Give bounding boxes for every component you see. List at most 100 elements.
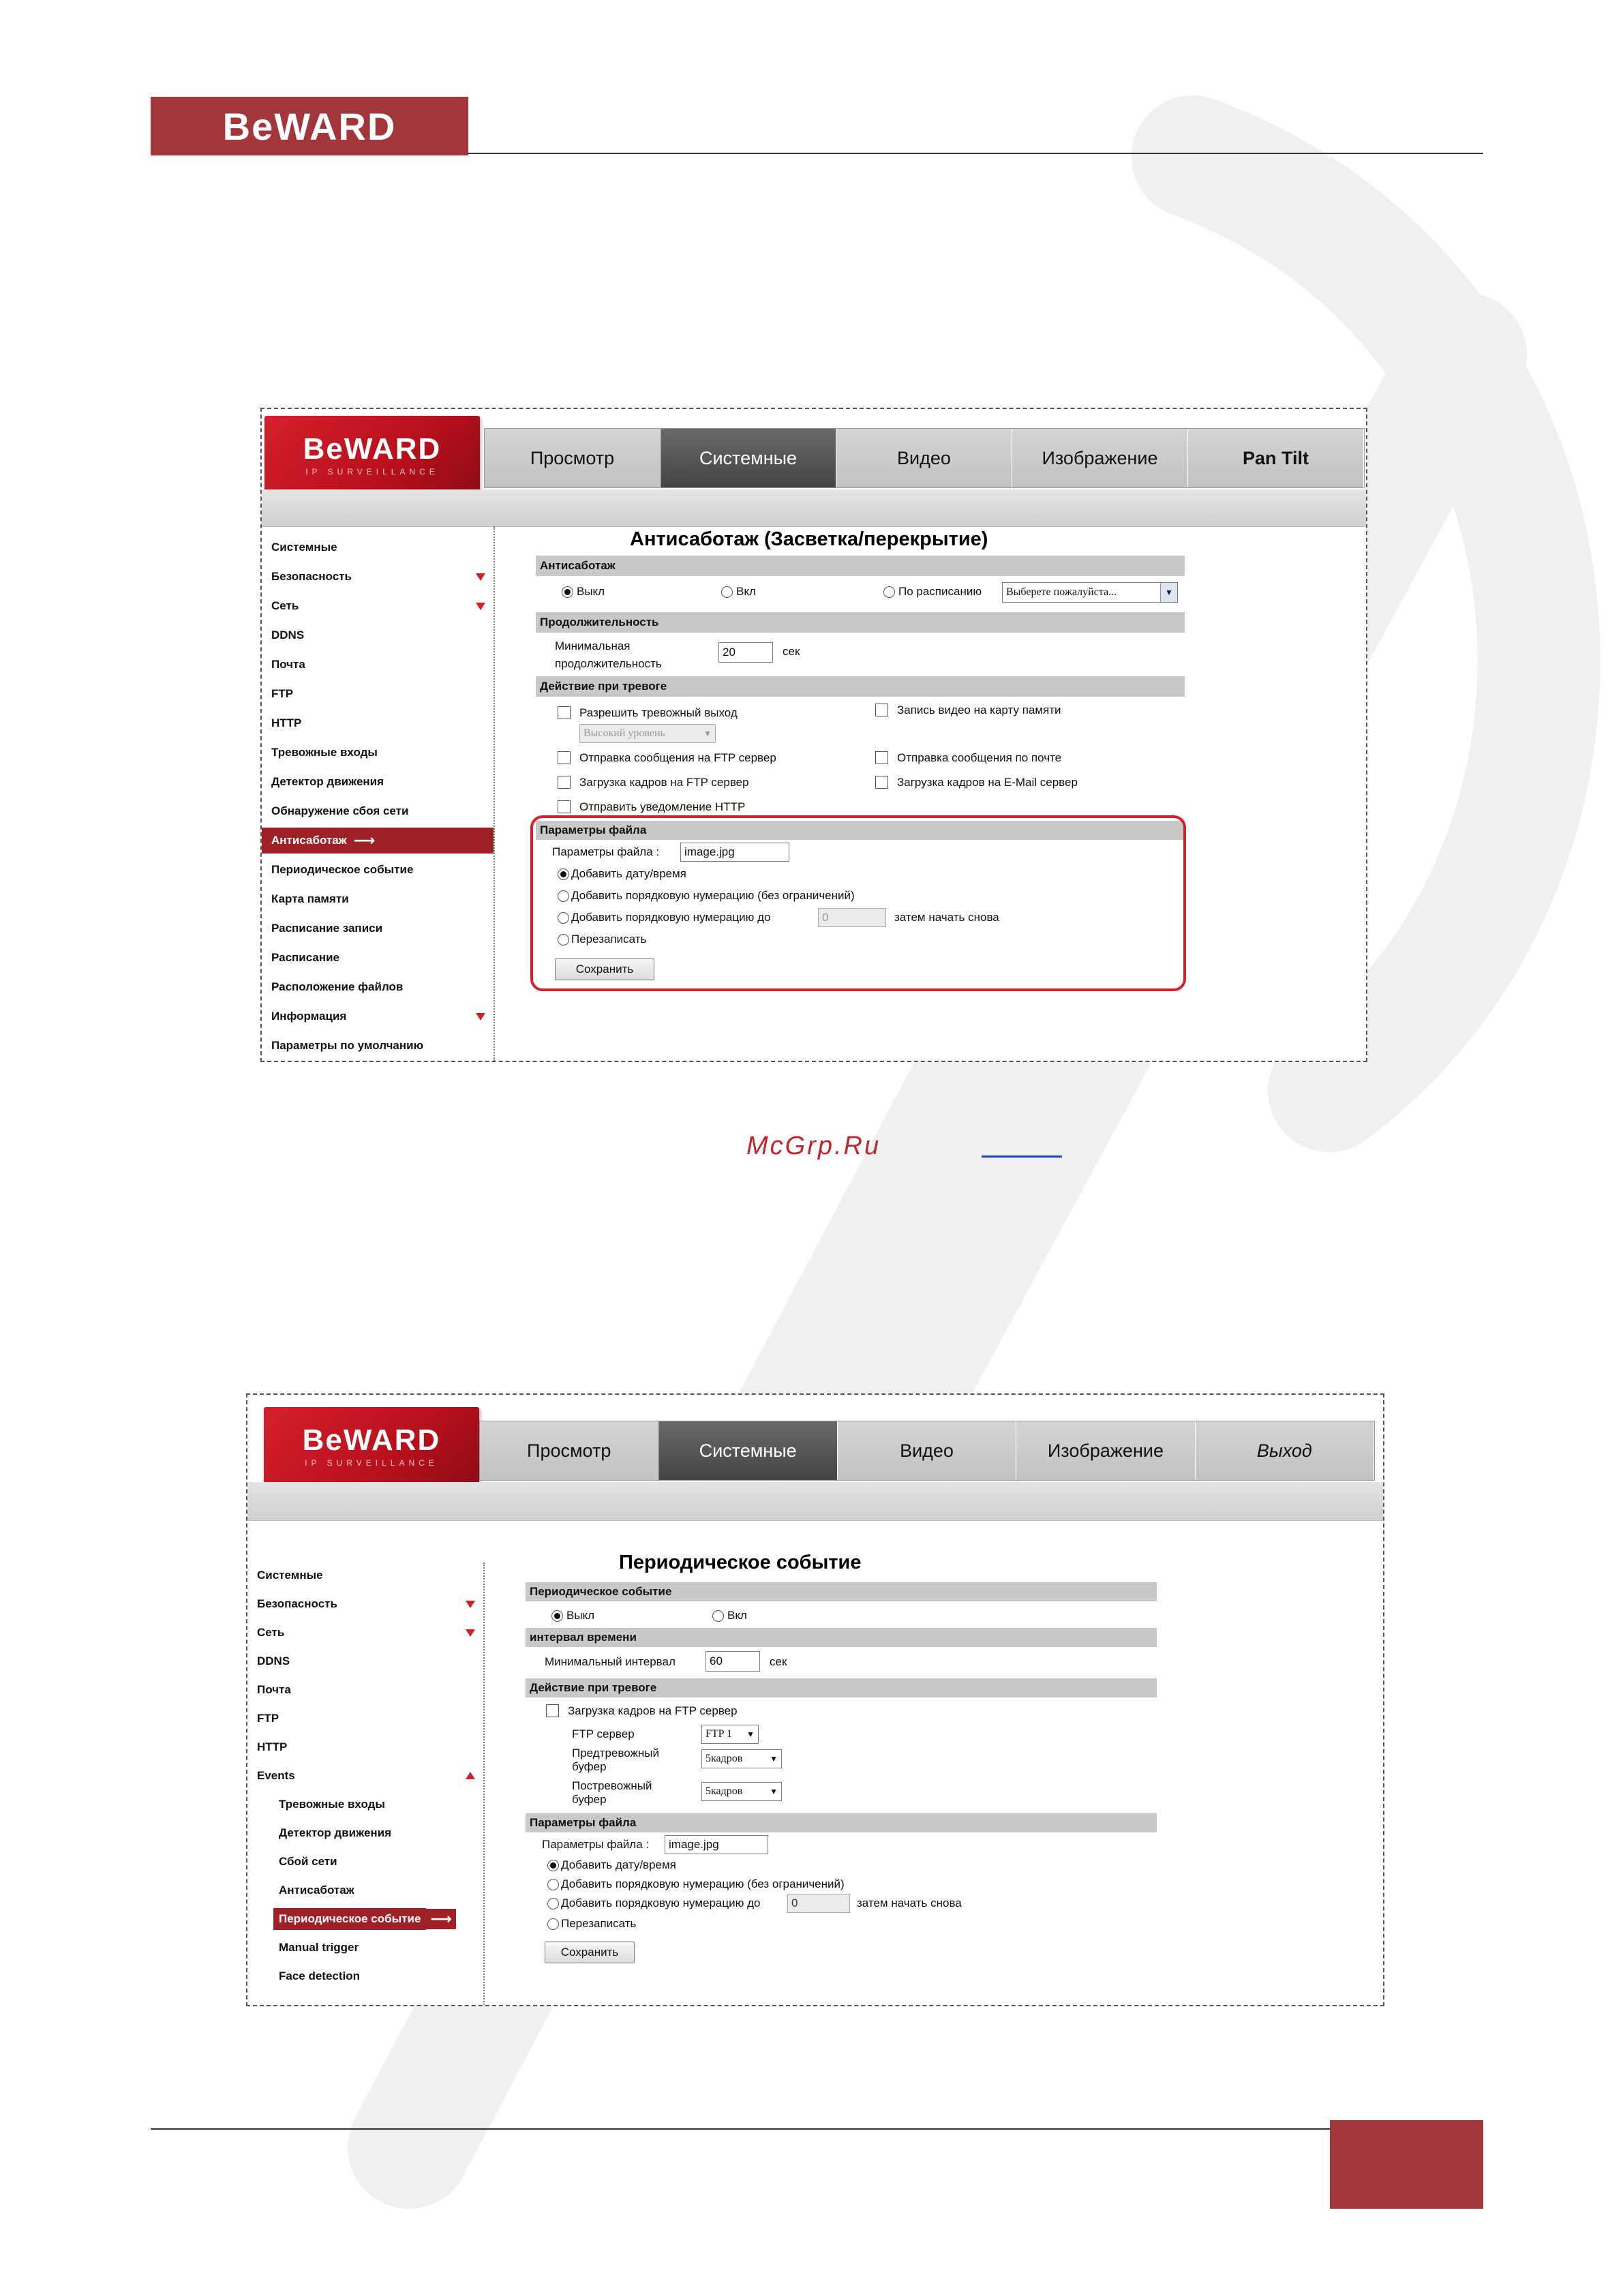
camera-logo: BeWARD IP SURVEILLANCE [264,1407,479,1486]
save-button[interactable]: Сохранить [545,1942,635,1963]
sidebar: Системные Безопасность Сеть DDNS Почта F… [247,1562,485,2005]
sidebar-item-defaults[interactable]: Параметры по умолчанию [262,1033,494,1059]
radio-on[interactable] [712,1610,724,1622]
sidebar-item-security[interactable]: Безопасность [262,564,494,590]
add-datetime-label: Добавить дату/время [561,1858,676,1871]
min-interval-label: Минимальный интервал [545,1655,676,1668]
sidebar-item-ftp[interactable]: FTP [247,1706,483,1732]
expand-arrow-icon [466,1629,475,1637]
chevron-down-icon: ▼ [770,1753,778,1764]
chevron-down-icon: ▼ [770,1786,778,1796]
prebuffer-select[interactable]: 5кадров ▼ [701,1749,782,1768]
tab-system[interactable]: Системные [658,1421,838,1480]
tab-view[interactable]: Просмотр [480,1421,659,1480]
min-interval-input[interactable]: 60 [706,1651,760,1672]
postbuffer-label-2: буфер [572,1793,607,1806]
http-notify-checkbox[interactable] [558,800,571,813]
sidebar-item-ddns[interactable]: DDNS [262,622,494,648]
sidebar-item-schedule[interactable]: Расписание [262,945,494,971]
page-brand-logo: BeWARD [151,97,468,155]
sidebar-item-system[interactable]: Системные [262,534,494,560]
tab-image[interactable]: Изображение [1016,1421,1196,1480]
overwrite-label: Перезаписать [561,1917,637,1930]
ftp-server-select[interactable]: FTP 1 ▼ [701,1725,759,1744]
sidebar-item-ddns[interactable]: DDNS [247,1648,483,1674]
sidebar-item-periodic[interactable]: Периодическое событие ⟶ [247,1906,483,1932]
sidebar-item-network-failure[interactable]: Сбой сети [247,1849,483,1875]
tab-video[interactable]: Видео [838,1421,1017,1480]
sidebar-item-alarm-inputs[interactable]: Тревожные входы [247,1792,483,1817]
sidebar-item-system[interactable]: Системные [247,1562,483,1588]
section-periodic: Периодическое событие [526,1582,1157,1601]
file-name-input[interactable]: image.jpg [665,1835,768,1854]
min-duration-input[interactable]: 20 [718,642,773,663]
sidebar-item-events[interactable]: Events [247,1763,483,1789]
tab-pan-tilt[interactable]: Pan Tilt [1188,429,1364,487]
tab-system[interactable]: Системные [661,429,836,487]
postbuffer-select[interactable]: 5кадров ▼ [701,1782,782,1801]
sidebar-item-network-failure[interactable]: Обнаружение сбоя сети [262,798,494,824]
radio-schedule[interactable] [883,586,895,598]
section-duration: Продолжительность [536,612,1185,633]
sidebar-item-mail[interactable]: Почта [262,652,494,678]
radio-off-label: Выкл [566,1609,595,1622]
tab-logout[interactable]: Выход [1196,1421,1375,1480]
sidebar-item-motion[interactable]: Детектор движения [262,769,494,795]
ftp-frames-checkbox[interactable] [558,776,571,789]
seconds-unit: сек [770,1655,787,1668]
tab-video[interactable]: Видео [836,429,1012,487]
sidebar-item-memory-card[interactable]: Карта памяти [262,886,494,912]
sub-header-band [262,489,1366,527]
tab-view[interactable]: Просмотр [485,429,661,487]
section-interval: интервал времени [526,1628,1157,1647]
camera-logo-brand: BeWARD [303,432,442,466]
alarm-output-checkbox[interactable] [558,706,571,719]
radio-overwrite[interactable] [547,1918,559,1930]
radio-off[interactable] [562,586,573,598]
sidebar-item-info[interactable]: Информация [262,1003,494,1029]
radio-on-label: Вкл [736,585,756,598]
ftp-frames-label: Загрузка кадров на FTP сервер [568,1704,738,1717]
alarm-output-label: Разрешить тревожный выход [579,706,738,719]
ftp-frames-checkbox[interactable] [546,1704,559,1717]
sidebar-item-ftp[interactable]: FTP [262,681,494,707]
sidebar-item-network[interactable]: Сеть [262,593,494,619]
page-brand-text: BeWARD [222,104,397,148]
schedule-select[interactable]: Выберете пожалуйста... ▼ [1002,582,1178,603]
sidebar-item-file-location[interactable]: Расположение файлов [262,974,494,1000]
caption-underline [982,1155,1062,1158]
sidebar-item-security[interactable]: Безопасность [247,1591,483,1617]
sidebar-item-antisabotage[interactable]: Антисаботаж ⟶ [262,828,494,854]
header-rule [468,153,1483,154]
sidebar-item-manual-trigger[interactable]: Manual trigger [247,1935,483,1961]
sidebar-item-alarm-inputs[interactable]: Тревожные входы [262,740,494,766]
ftp-message-label: Отправка сообщения на FTP сервер [579,751,776,764]
pointer-arrow-icon: ⟶ [353,832,376,849]
alarm-level-select[interactable]: Высокий уровень ▼ [579,724,716,743]
mail-frames-checkbox[interactable] [875,776,888,789]
section-file-params: Параметры файла [526,1813,1157,1832]
sidebar-item-face-detection[interactable]: Face detection [247,1963,483,1989]
sidebar-item-mail[interactable]: Почта [247,1677,483,1703]
radio-schedule-label: По расписанию [898,585,982,598]
sidebar-item-network[interactable]: Сеть [247,1620,483,1646]
footer-rule [151,2128,1330,2130]
sidebar-item-record-schedule[interactable]: Расписание записи [262,916,494,941]
radio-add-datetime[interactable] [547,1860,559,1871]
radio-on-label: Вкл [727,1609,747,1622]
radio-on[interactable] [721,586,733,598]
radio-off[interactable] [551,1610,563,1622]
record-card-checkbox[interactable] [875,704,888,716]
ftp-message-checkbox[interactable] [558,751,571,764]
sidebar-item-http[interactable]: HTTP [247,1734,483,1760]
radio-seq-upto[interactable] [547,1898,559,1909]
sidebar-item-motion[interactable]: Детектор движения [247,1820,483,1846]
sidebar-item-antisabotage[interactable]: Антисаботаж [247,1877,483,1903]
mail-message-checkbox[interactable] [875,751,888,764]
tab-image[interactable]: Изображение [1012,429,1188,487]
sidebar-item-http[interactable]: HTTP [262,710,494,736]
seq-limit-input[interactable]: 0 [787,1894,850,1913]
footer-brand-block [1330,2120,1483,2209]
sidebar-item-periodic[interactable]: Периодическое событие [262,857,494,883]
radio-seq-unlimited[interactable] [547,1879,559,1890]
